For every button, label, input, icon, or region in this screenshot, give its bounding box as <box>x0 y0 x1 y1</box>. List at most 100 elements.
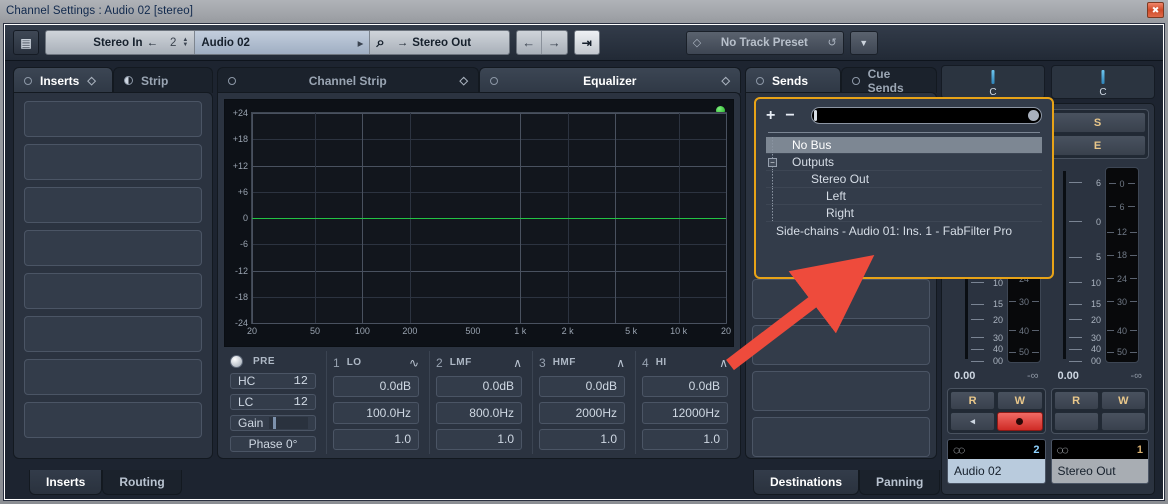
channel-name-field[interactable]: Audio 02 ▸ <box>194 31 371 54</box>
band-gain-field[interactable]: 0.0dB <box>642 375 728 398</box>
routing-search-input[interactable] <box>810 107 1042 124</box>
collapse-icon[interactable]: − <box>768 158 777 167</box>
routing-destination-popup[interactable]: + − No Bus − Outputs Stereo Out Left Rig… <box>754 97 1054 279</box>
bottom-tab-destinations[interactable]: Destinations <box>753 470 860 495</box>
band-q-field[interactable]: 1.0 <box>436 428 522 450</box>
record-enable-button[interactable] <box>997 412 1043 431</box>
insert-slot[interactable] <box>24 273 202 309</box>
insert-slot[interactable] <box>24 230 202 266</box>
band-gain-field[interactable]: 0.0dB <box>539 375 625 398</box>
close-icon[interactable]: ✖ <box>1147 2 1164 18</box>
output-name-cell[interactable]: ◌◌ 1 Stereo Out <box>1050 439 1149 484</box>
filter-shape-icon[interactable]: ∧ <box>513 356 522 370</box>
preset-diamond-icon[interactable]: ◇ <box>87 74 95 87</box>
routing-item-side-chains[interactable]: Side-chains - Audio 01: Ins. 1 - FabFilt… <box>766 222 1042 239</box>
routing-item-left[interactable]: Left <box>766 188 1042 205</box>
eq-plot-area[interactable]: +24 +18 +12 +6 0 -6 -12 -18 -24 20 50 10… <box>233 108 731 336</box>
high-cut-field[interactable]: HC 12 <box>230 373 316 389</box>
write-automation-button[interactable]: W <box>1100 391 1146 410</box>
write-automation-button[interactable]: W <box>997 391 1043 410</box>
power-icon[interactable] <box>228 76 236 85</box>
tab-strip[interactable]: Strip <box>113 67 213 93</box>
band-freq-field[interactable]: 12000Hz <box>642 402 728 424</box>
insert-slot[interactable] <box>24 316 202 352</box>
insert-slot[interactable] <box>24 144 202 180</box>
track-preset-selector[interactable]: ◇ No Track Preset ↺ <box>685 30 844 55</box>
routing-item-outputs[interactable]: − Outputs <box>766 154 1042 171</box>
edit-instrument-icon[interactable]: ⇥ <box>573 30 600 55</box>
eq-graph[interactable]: +24 +18 +12 +6 0 -6 -12 -18 -24 20 50 10… <box>224 99 734 347</box>
insert-slot[interactable] <box>24 359 202 395</box>
gain-bar[interactable] <box>269 417 308 429</box>
filter-shape-icon[interactable]: ∧ <box>719 356 728 370</box>
power-icon[interactable] <box>852 76 860 85</box>
stepper-icon[interactable]: ▲ ▼ <box>182 37 188 48</box>
monitor-button[interactable] <box>1053 412 1099 431</box>
power-icon[interactable] <box>756 76 764 85</box>
tab-equalizer[interactable]: Equalizer ◇ <box>479 67 741 93</box>
bottom-tab-routing[interactable]: Routing <box>102 470 182 495</box>
chevron-down-icon[interactable]: ▼ <box>849 30 878 55</box>
reset-icon[interactable]: ↺ <box>828 36 837 49</box>
title-bar: Channel Settings : Audio 02 [stereo] ✖ <box>0 0 1168 21</box>
pre-enable-icon[interactable] <box>230 355 243 368</box>
insert-slot[interactable] <box>24 101 202 137</box>
preset-diamond-icon[interactable]: ◇ <box>460 74 468 87</box>
send-slot[interactable] <box>752 417 930 457</box>
low-cut-field[interactable]: LC 12 <box>230 394 316 410</box>
output-routing-button[interactable]: → Stereo Out <box>391 31 509 54</box>
preset-diamond-icon[interactable]: ◇ <box>722 74 730 87</box>
tab-inserts[interactable]: Inserts ◇ <box>13 67 113 93</box>
routing-item-right[interactable]: Right <box>766 205 1042 222</box>
monitor-button[interactable]: ◂ <box>950 412 996 431</box>
power-icon[interactable] <box>490 76 498 85</box>
tab-cue-sends[interactable]: Cue Sends <box>841 67 937 95</box>
routing-item-stereo-out[interactable]: Stereo Out <box>766 171 1042 188</box>
edit-button[interactable]: E <box>1049 135 1146 156</box>
search-button[interactable]: ⌕ <box>370 31 390 54</box>
tab-sends[interactable]: Sends <box>745 67 841 93</box>
send-slot[interactable] <box>752 325 930 365</box>
pan-control-output[interactable]: C <box>1051 65 1155 99</box>
band-q-field[interactable]: 1.0 <box>333 428 419 450</box>
send-slot[interactable] <box>752 371 930 411</box>
band-q-field[interactable]: 1.0 <box>642 428 728 450</box>
channel-level-values[interactable]: 0.00 -∞ <box>947 367 1046 385</box>
routing-item-no-bus[interactable]: No Bus <box>766 137 1042 154</box>
remove-bus-button[interactable]: − <box>785 107 794 124</box>
insert-slot[interactable] <box>24 187 202 223</box>
bottom-tab-panning[interactable]: Panning <box>859 470 941 495</box>
band-freq-field[interactable]: 2000Hz <box>539 402 625 424</box>
filter-shape-icon[interactable]: ∿ <box>409 356 419 370</box>
filter-shape-icon[interactable]: ∧ <box>616 356 625 370</box>
power-icon[interactable] <box>24 76 32 85</box>
read-automation-button[interactable]: R <box>1053 391 1099 410</box>
input-gain-slider[interactable]: Gain <box>230 415 316 431</box>
prev-channel-icon[interactable]: ← <box>517 31 542 54</box>
output-level-values[interactable]: 0.00 -∞ <box>1051 367 1150 385</box>
phase-button[interactable]: Phase 0° <box>230 436 316 452</box>
channel-name-cell[interactable]: ◌◌ 2 Audio 02 <box>947 439 1046 484</box>
tab-channel-strip[interactable]: Channel Strip ◇ <box>217 67 479 93</box>
band-q-field[interactable]: 1.0 <box>539 428 625 450</box>
add-bus-button[interactable]: + <box>766 107 775 124</box>
band-gain-field[interactable]: 0.0dB <box>436 375 522 398</box>
fader-track[interactable] <box>1063 171 1066 359</box>
band-freq-field[interactable]: 800.0Hz <box>436 402 522 424</box>
band-gain-field[interactable]: 0.0dB <box>333 375 419 398</box>
channel-number-stepper[interactable]: 2 ▲ ▼ <box>164 31 194 54</box>
pan-control-channel[interactable]: C <box>941 65 1045 99</box>
insert-slot[interactable] <box>24 402 202 438</box>
next-channel-icon[interactable]: → <box>542 31 567 54</box>
read-automation-button[interactable]: R <box>950 391 996 410</box>
record-enable-button[interactable] <box>1100 412 1146 431</box>
input-routing-button[interactable]: Stereo In ← <box>46 31 164 54</box>
bypass-icon[interactable] <box>124 76 133 85</box>
send-slot[interactable] <box>752 279 930 319</box>
channel-selector-icon[interactable]: ▤ <box>13 30 39 55</box>
sends-tab-row: Sends Cue Sends <box>745 65 937 95</box>
tab-sends-label: Sends <box>772 73 809 88</box>
solo-button[interactable]: S <box>1049 112 1146 133</box>
band-freq-field[interactable]: 100.0Hz <box>333 402 419 424</box>
bottom-tab-inserts[interactable]: Inserts <box>29 470 103 495</box>
